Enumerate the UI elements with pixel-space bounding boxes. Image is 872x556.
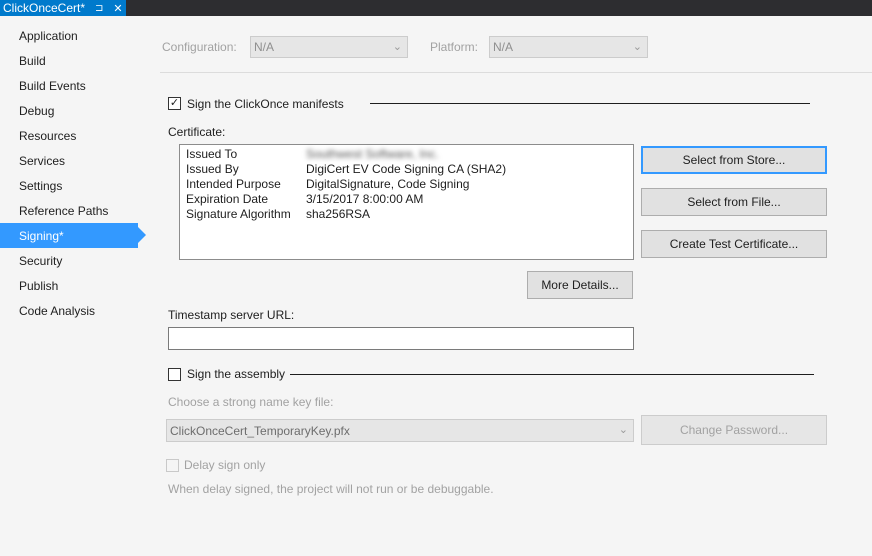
delay-sign-label: Delay sign only xyxy=(184,458,266,472)
sidebar-item-resources[interactable]: Resources xyxy=(0,123,138,148)
chevron-down-icon: ⌄ xyxy=(618,424,628,436)
cert-key: Issued By xyxy=(186,162,239,176)
certificate-label: Certificate: xyxy=(168,125,226,139)
close-icon[interactable]: ✕ xyxy=(113,2,122,15)
cert-key: Signature Algorithm xyxy=(186,207,291,221)
platform-value: N/A xyxy=(493,40,514,54)
project-properties-nav: Application Build Build Events Debug Res… xyxy=(0,16,148,556)
sidebar-item-security[interactable]: Security xyxy=(0,248,138,273)
cert-value: sha256RSA xyxy=(306,207,371,221)
sidebar-item-publish[interactable]: Publish xyxy=(0,273,138,298)
more-details-button[interactable]: More Details... xyxy=(527,271,633,299)
key-file-dropdown[interactable]: ClickOnceCert_TemporaryKey.pfx ⌄ xyxy=(166,419,634,442)
select-from-store-button[interactable]: Select from Store... xyxy=(641,146,827,174)
cert-value: Southwest Software, Inc. xyxy=(306,147,439,161)
delay-sign-note: When delay signed, the project will not … xyxy=(168,482,494,496)
cert-key: Issued To xyxy=(186,147,238,161)
header-divider xyxy=(160,72,872,73)
cert-value: DigiCert EV Code Signing CA (SHA2) xyxy=(306,162,507,176)
sign-manifests-label: Sign the ClickOnce manifests xyxy=(187,97,344,111)
select-from-file-button[interactable]: Select from File... xyxy=(641,188,827,216)
configuration-value: N/A xyxy=(254,40,275,54)
sidebar-item-build[interactable]: Build xyxy=(0,48,138,73)
key-file-label: Choose a strong name key file: xyxy=(168,395,334,409)
sidebar-item-signing[interactable]: Signing* xyxy=(0,223,146,248)
cert-key: Intended Purpose xyxy=(186,177,281,191)
document-tab-title: ClickOnceCert* xyxy=(3,1,86,15)
section-divider xyxy=(290,374,814,375)
sidebar-item-settings[interactable]: Settings xyxy=(0,173,138,198)
sidebar-item-reference-paths[interactable]: Reference Paths xyxy=(0,198,138,223)
delay-sign-checkbox[interactable] xyxy=(166,459,179,472)
configuration-label: Configuration: xyxy=(162,40,237,54)
platform-label: Platform: xyxy=(430,40,479,54)
key-file-value: ClickOnceCert_TemporaryKey.pfx xyxy=(170,423,350,438)
chevron-down-icon: ⌄ xyxy=(632,41,642,53)
section-divider xyxy=(370,103,810,104)
timestamp-url-input[interactable] xyxy=(168,327,634,350)
chevron-down-icon: ⌄ xyxy=(392,41,402,53)
sidebar-item-application[interactable]: Application xyxy=(0,23,138,48)
cert-row-signature-algorithm: Signature Algorithm sha256RSA xyxy=(186,207,370,222)
cert-row-expiration-date: Expiration Date 3/15/2017 8:00:00 AM xyxy=(186,192,423,207)
cert-row-issued-to: Issued To Southwest Software, Inc. xyxy=(186,147,439,162)
certificate-details-box: Issued To Southwest Software, Inc. Issue… xyxy=(179,144,634,260)
timestamp-url-label: Timestamp server URL: xyxy=(168,308,295,322)
sidebar-item-services[interactable]: Services xyxy=(0,148,138,173)
platform-dropdown[interactable]: N/A ⌄ xyxy=(489,36,648,58)
sign-assembly-checkbox[interactable] xyxy=(168,368,181,381)
cert-key: Expiration Date xyxy=(186,192,269,206)
sign-assembly-label: Sign the assembly xyxy=(187,367,286,381)
sidebar-item-code-analysis[interactable]: Code Analysis xyxy=(0,298,138,323)
change-password-button[interactable]: Change Password... xyxy=(641,415,827,445)
sidebar-item-debug[interactable]: Debug xyxy=(0,98,138,123)
configuration-dropdown[interactable]: N/A ⌄ xyxy=(250,36,408,58)
cert-value: 3/15/2017 8:00:00 AM xyxy=(306,192,424,206)
create-test-certificate-button[interactable]: Create Test Certificate... xyxy=(641,230,827,258)
sign-manifests-checkbox[interactable]: ✓ xyxy=(168,97,181,110)
sidebar-item-build-events[interactable]: Build Events xyxy=(0,73,138,98)
cert-value: DigitalSignature, Code Signing xyxy=(306,177,470,191)
document-tab-bar: ClickOnceCert* ⊐ ✕ xyxy=(0,0,872,16)
cert-row-intended-purpose: Intended Purpose DigitalSignature, Code … xyxy=(186,177,469,192)
cert-row-issued-by: Issued By DigiCert EV Code Signing CA (S… xyxy=(186,162,506,177)
document-tab[interactable]: ClickOnceCert* ⊐ ✕ xyxy=(0,0,126,16)
pin-icon[interactable]: ⊐ xyxy=(95,3,103,14)
